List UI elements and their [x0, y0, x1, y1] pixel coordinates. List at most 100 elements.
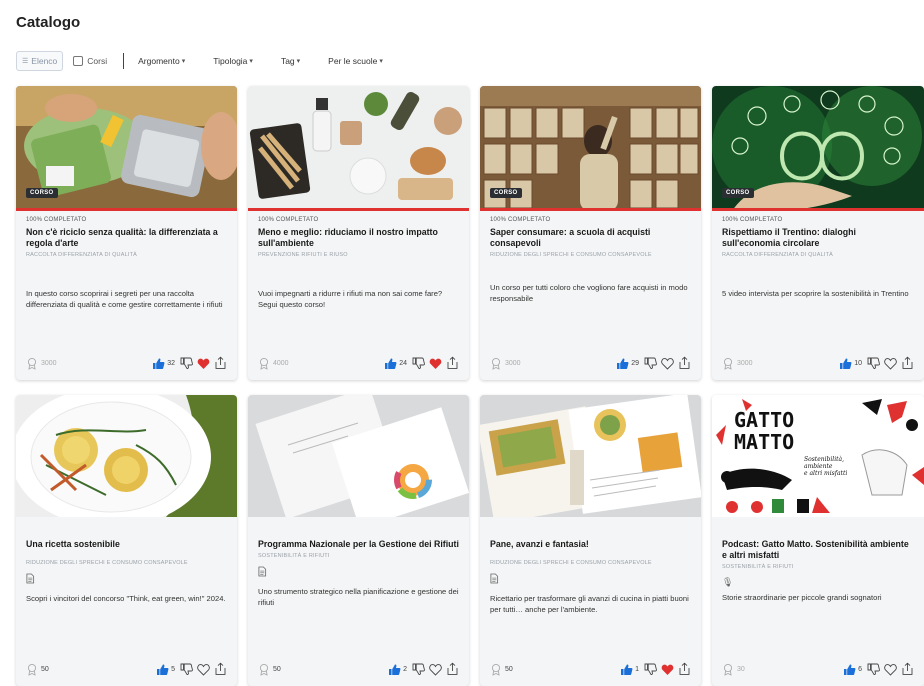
card-points: 50: [258, 663, 281, 676]
card-title[interactable]: Una ricetta sostenibile: [26, 539, 227, 550]
share-icon[interactable]: [446, 662, 459, 676]
share-icon[interactable]: [446, 356, 459, 370]
course-card[interactable]: CORSO 100% COMPLETATO Saper consumare: a…: [480, 86, 701, 380]
share-icon[interactable]: [901, 662, 914, 676]
resource-card[interactable]: GATTO MATTO Sostenibilità, ambiente e al…: [712, 395, 924, 686]
card-actions: 2: [388, 662, 459, 676]
dislike-icon[interactable]: [180, 356, 193, 370]
heart-outline-icon[interactable]: [197, 663, 210, 676]
courses-label: Corsi: [87, 56, 108, 66]
course-card[interactable]: CORSO 100% COMPLETATO Rispettiamo il Tre…: [712, 86, 924, 380]
card-description: Un corso per tutti coloro che vogliono f…: [490, 283, 688, 303]
card-image-bulk-store: CORSO: [480, 86, 701, 211]
card-actions: 29: [616, 356, 691, 370]
dislike-icon[interactable]: [867, 356, 880, 370]
heart-outline-icon[interactable]: [661, 357, 674, 370]
badge-points-icon: [491, 357, 501, 369]
cover-subtitle-line3: e altri misfatti: [804, 470, 847, 477]
card-progress: 100% COMPLETATO: [722, 217, 783, 223]
card-title[interactable]: Programma Nazionale per la Gestione dei …: [258, 539, 459, 550]
card-description: 5 video intervista per scoprire la soste…: [722, 289, 909, 298]
view-list-label: Elenco: [31, 56, 58, 66]
card-actions: 6: [843, 662, 914, 676]
card-title[interactable]: Meno e meglio: riduciamo il nostro impat…: [258, 227, 459, 249]
card-description: Ricettario per trasformare gli avanzi di…: [490, 594, 689, 614]
courses-filter[interactable]: Corsi: [73, 56, 107, 66]
dropdown-tag[interactable]: Tag ▾: [281, 56, 300, 66]
dislike-icon[interactable]: [867, 662, 880, 676]
dislike-icon[interactable]: [644, 662, 657, 676]
dislike-icon[interactable]: [180, 662, 193, 676]
caret-down-icon: ▾: [181, 58, 186, 65]
card-description: Scopri i vincitori del concorso "Think, …: [26, 594, 226, 603]
badge-points-icon: [259, 357, 269, 369]
points-value: 30: [737, 665, 745, 673]
share-icon[interactable]: [678, 662, 691, 676]
heart-filled-icon[interactable]: [429, 357, 442, 370]
card-tags: RIDUZIONE DEGLI SPRECHI E CONSUMO CONSAP…: [490, 252, 652, 258]
card-image-recipe-book: [480, 395, 701, 517]
heart-filled-icon[interactable]: [197, 357, 210, 370]
like-icon[interactable]: [843, 663, 856, 676]
caret-down-icon: ▾: [249, 58, 253, 65]
card-footer: 30 6: [722, 662, 914, 676]
dislike-icon[interactable]: [412, 356, 425, 370]
heart-outline-icon[interactable]: [884, 357, 897, 370]
dislike-icon[interactable]: [644, 356, 657, 370]
document-icon: [26, 573, 35, 584]
view-list-toggle[interactable]: ☰ Elenco: [16, 51, 64, 71]
card-title[interactable]: Non c'è riciclo senza qualità: la differ…: [26, 227, 227, 249]
like-icon[interactable]: [388, 663, 401, 676]
badge-points-icon: [27, 663, 37, 675]
like-count: 5: [171, 665, 175, 673]
share-icon[interactable]: [901, 356, 914, 370]
dropdown-tipologia[interactable]: Tipologia ▾: [213, 56, 253, 66]
card-points: 3000: [490, 357, 521, 370]
card-actions: 32: [152, 356, 227, 370]
cover-title-line1: GATTO: [734, 408, 794, 432]
like-icon[interactable]: [152, 357, 165, 370]
like-icon[interactable]: [156, 663, 169, 676]
cover-subtitle-line2: ambiente: [804, 463, 833, 470]
share-icon[interactable]: [214, 662, 227, 676]
like-count: 6: [858, 665, 862, 673]
courses-checkbox[interactable]: [73, 56, 84, 66]
points-value: 50: [273, 665, 281, 673]
points-value: 50: [505, 665, 513, 673]
resource-card[interactable]: Programma Nazionale per la Gestione dei …: [248, 395, 469, 686]
course-card[interactable]: 100% COMPLETATO Meno e meglio: riduciamo…: [248, 86, 469, 380]
resource-card[interactable]: Una ricetta sostenibile RIDUZIONE DEGLI …: [16, 395, 237, 686]
card-image-reusable-items: [248, 86, 469, 211]
card-title[interactable]: Saper consumare: a scuola di acquisti co…: [490, 227, 691, 249]
like-count: 1: [635, 665, 639, 673]
card-footer: 50 2: [258, 662, 459, 676]
share-icon[interactable]: [678, 356, 691, 370]
like-count: 2: [403, 665, 407, 673]
course-card[interactable]: CORSO 100% COMPLETATO Non c'è riciclo se…: [16, 86, 237, 380]
card-footer: 3000 29: [490, 356, 691, 370]
heart-outline-icon[interactable]: [429, 663, 442, 676]
points-value: 3000: [737, 359, 753, 367]
dropdown-per-le-scuole[interactable]: Per le scuole ▾: [328, 56, 383, 66]
dislike-icon[interactable]: [412, 662, 425, 676]
card-image-circular-economy: CORSO: [712, 86, 924, 211]
resource-card[interactable]: Pane, avanzi e fantasia! RIDUZIONE DEGLI…: [480, 395, 701, 686]
badge-points-icon: [27, 357, 37, 369]
card-title[interactable]: Podcast: Gatto Matto. Sostenibilità ambi…: [722, 539, 914, 561]
card-footer: 50 5: [26, 662, 227, 676]
dropdown-argomento[interactable]: Argomento ▾: [138, 56, 185, 66]
card-title[interactable]: Rispettiamo il Trentino: dialoghi sull'e…: [722, 227, 914, 249]
card-title[interactable]: Pane, avanzi e fantasia!: [490, 539, 691, 550]
heart-outline-icon[interactable]: [884, 663, 897, 676]
card-image-ravioli-dish: [16, 395, 237, 517]
like-icon[interactable]: [620, 663, 633, 676]
like-icon[interactable]: [839, 357, 852, 370]
heart-filled-icon[interactable]: [661, 663, 674, 676]
card-actions: 1: [620, 662, 691, 676]
like-icon[interactable]: [616, 357, 629, 370]
like-icon[interactable]: [384, 357, 397, 370]
share-icon[interactable]: [214, 356, 227, 370]
card-tags: RACCOLTA DIFFERENZIATA DI QUALITÀ: [722, 252, 834, 258]
card-actions: 5: [156, 662, 227, 676]
points-value: 3000: [505, 359, 521, 367]
